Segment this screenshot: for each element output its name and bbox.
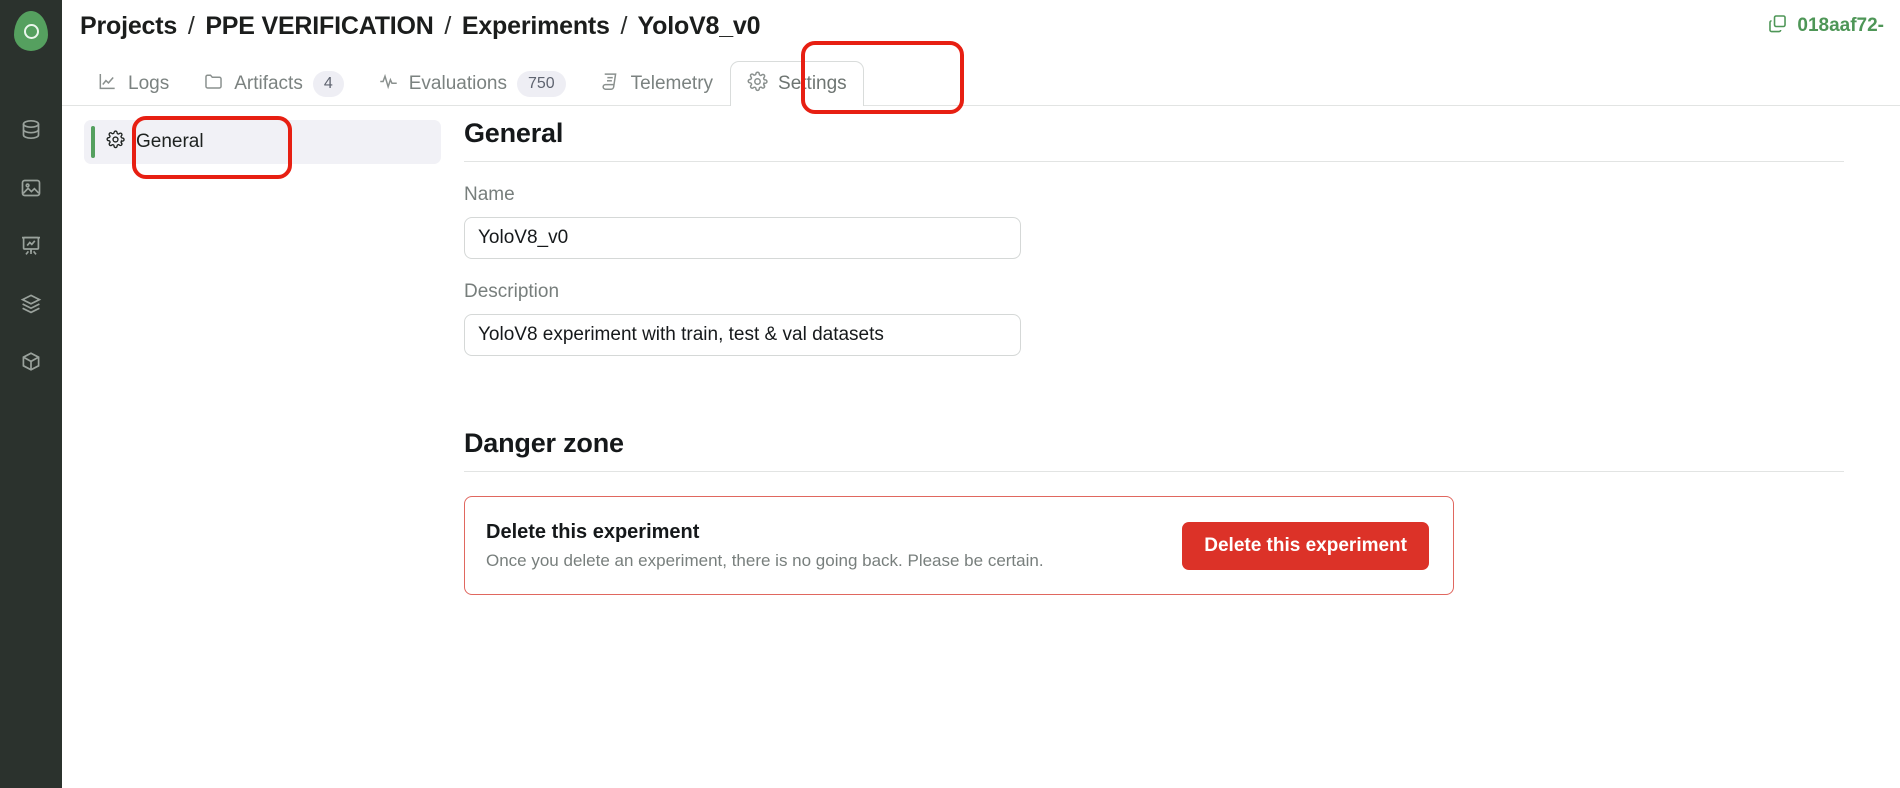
layers-icon[interactable] xyxy=(11,290,51,318)
tab-badge: 750 xyxy=(516,71,566,97)
breadcrumb-separator: / xyxy=(187,11,195,40)
sidebar-item-label: General xyxy=(136,131,204,152)
page-body: General General Name Description Danger … xyxy=(62,106,1900,788)
settings-sidebar: General xyxy=(62,106,462,788)
sidebar-item-general[interactable]: General xyxy=(84,120,441,164)
tab-badge: 4 xyxy=(312,71,344,97)
section-title-general: General xyxy=(464,118,564,148)
main-column: Projects / PPE VERIFICATION / Experiment… xyxy=(62,0,1900,788)
danger-divider xyxy=(464,471,1844,472)
tab-label: Artifacts xyxy=(234,73,303,94)
tab-label: Evaluations xyxy=(408,73,507,94)
delete-card-text: Delete this experiment Once you delete a… xyxy=(486,521,1044,571)
tab-settings[interactable]: Settings xyxy=(730,61,864,107)
folder-icon xyxy=(203,71,224,98)
delete-card-title: Delete this experiment xyxy=(486,520,700,543)
breadcrumb-experiments[interactable]: Experiments xyxy=(462,12,610,40)
description-input[interactable] xyxy=(464,314,1021,356)
breadcrumb: Projects / PPE VERIFICATION / Experiment… xyxy=(80,11,761,41)
breadcrumb-separator: / xyxy=(444,11,452,40)
delete-experiment-button[interactable]: Delete this experiment xyxy=(1182,521,1429,570)
line-chart-icon xyxy=(97,71,118,98)
copy-icon[interactable] xyxy=(1767,13,1788,40)
box-plus-icon[interactable] xyxy=(11,348,51,376)
tab-label: Settings xyxy=(778,73,847,94)
presentation-chart-icon[interactable] xyxy=(11,232,51,260)
tab-label: Telemetry xyxy=(630,73,714,94)
gear-icon xyxy=(106,130,125,154)
field-name: Name xyxy=(464,184,1900,259)
experiment-id[interactable]: 018aaf72- xyxy=(1767,13,1884,40)
tab-bar: Logs Artifacts 4 Evaluations 750 Telemet… xyxy=(62,52,1900,107)
tab-logs[interactable]: Logs xyxy=(80,61,186,106)
database-icon[interactable] xyxy=(11,116,51,144)
section-title-danger-zone: Danger zone xyxy=(464,428,624,458)
telemetry-icon xyxy=(600,71,621,98)
image-icon[interactable] xyxy=(11,174,51,202)
active-accent-bar xyxy=(91,126,95,158)
top-bar: Projects / PPE VERIFICATION / Experiment… xyxy=(62,0,1900,52)
left-icon-rail xyxy=(0,0,62,788)
tab-label: Logs xyxy=(128,73,170,94)
name-input[interactable] xyxy=(464,217,1021,259)
section-divider xyxy=(464,161,1844,162)
name-label: Name xyxy=(464,184,515,205)
breadcrumb-separator: / xyxy=(620,11,628,40)
app-logo[interactable] xyxy=(8,8,54,54)
delete-card-subtitle: Once you delete an experiment, there is … xyxy=(486,550,1044,570)
delete-experiment-card: Delete this experiment Once you delete a… xyxy=(464,496,1454,595)
circle-logo-icon xyxy=(14,11,48,51)
tab-telemetry[interactable]: Telemetry xyxy=(583,61,730,106)
breadcrumb-project-name[interactable]: PPE VERIFICATION xyxy=(205,12,434,40)
settings-content: General Name Description Danger zone Del… xyxy=(462,106,1900,788)
gear-icon xyxy=(747,71,768,98)
app-root: Projects / PPE VERIFICATION / Experiment… xyxy=(0,0,1900,788)
description-label: Description xyxy=(464,281,560,302)
logo-ring xyxy=(23,23,39,39)
tab-evaluations[interactable]: Evaluations 750 xyxy=(361,61,583,106)
field-description: Description xyxy=(464,281,1900,356)
rail-items xyxy=(11,116,51,376)
activity-icon xyxy=(378,71,399,98)
breadcrumb-experiment-name: YoloV8_v0 xyxy=(637,11,761,40)
breadcrumb-projects[interactable]: Projects xyxy=(80,12,177,40)
experiment-id-text: 018aaf72- xyxy=(1797,15,1884,36)
tab-artifacts[interactable]: Artifacts 4 xyxy=(186,61,361,106)
